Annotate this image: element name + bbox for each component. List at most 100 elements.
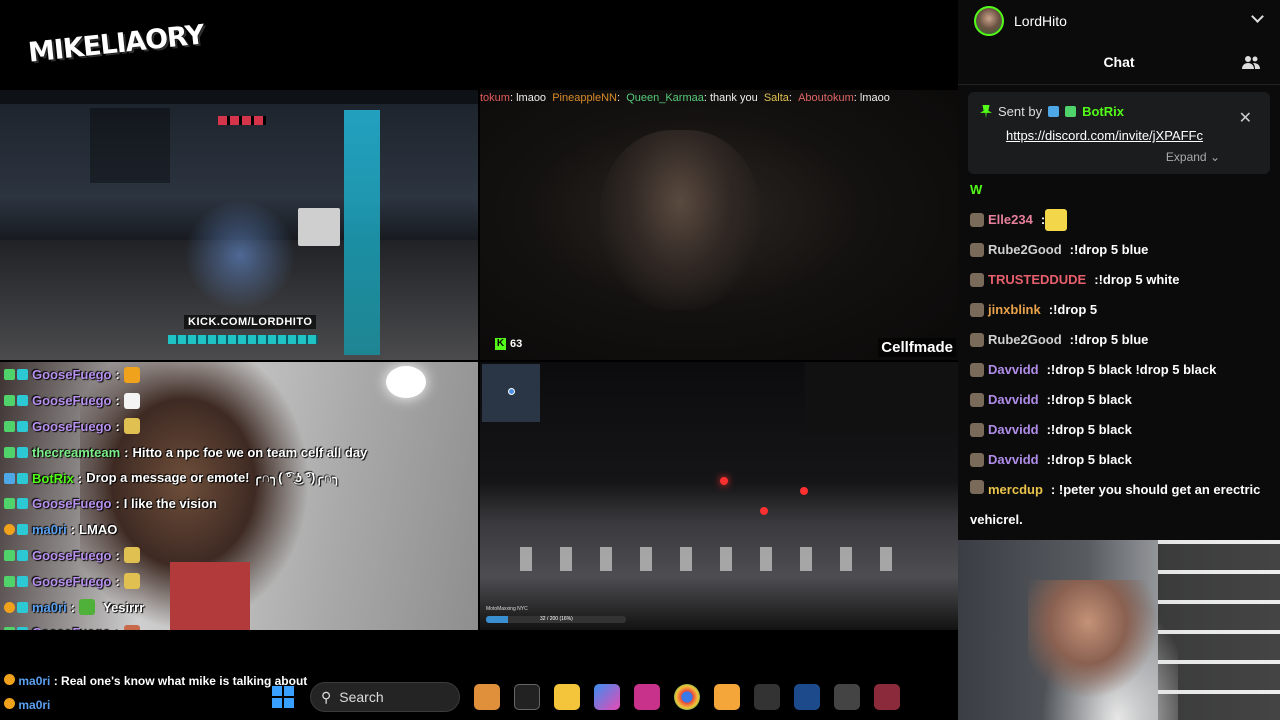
task-view-icon[interactable] <box>514 684 540 710</box>
chat-message-row: jinxblink: !drop 5 <box>970 295 1275 325</box>
divider <box>958 84 1280 85</box>
selfie-cam-pane: GooseFuego: GooseFuego: GooseFuego: thecrea… <box>0 362 478 630</box>
emote-icon <box>79 599 96 616</box>
ticker-sep: : <box>703 92 707 104</box>
close-icon[interactable]: ✕ <box>1239 108 1252 128</box>
subscriber-badge-icon <box>17 575 28 587</box>
subscriber-badge-icon <box>17 472 28 484</box>
chrome-icon[interactable] <box>674 684 700 710</box>
taskbar-search[interactable]: ⚲ Search <box>310 682 460 712</box>
chat-line: GooseFuego: <box>4 620 474 630</box>
pin-icon <box>980 104 992 119</box>
obs-icon[interactable] <box>754 684 780 710</box>
users-icon[interactable] <box>1242 55 1260 69</box>
cabin-cam-inset <box>805 362 958 434</box>
chat-username[interactable]: Elle234 <box>988 205 1033 235</box>
file-explorer-icon[interactable] <box>554 684 580 710</box>
subscriber-badge-icon <box>17 446 28 458</box>
overlay-chat-line: ma0ri <box>4 698 50 712</box>
chat-message: LMAO <box>79 522 118 538</box>
chat-message: Yesirrr <box>103 599 145 615</box>
crosswalk <box>520 547 920 571</box>
badge-icon <box>4 498 15 510</box>
search-icon: ⚲ <box>321 688 332 705</box>
weather-app-icon[interactable] <box>714 684 740 710</box>
badge-icon <box>4 472 15 484</box>
pinned-app-icon[interactable] <box>634 684 660 710</box>
chat-username[interactable]: Davvidd <box>988 355 1039 385</box>
chat-username[interactable]: Davvidd <box>988 385 1039 415</box>
badge-icon <box>4 446 15 458</box>
badge-icon <box>4 420 15 432</box>
chat-sidebar: LordHito Chat Sent by BotRix ✕ https://d… <box>958 0 1280 540</box>
chevron-down-icon[interactable] <box>1251 10 1264 23</box>
chat-username[interactable]: Davvidd <box>988 445 1039 475</box>
chat-username[interactable]: mercdup <box>988 482 1043 497</box>
pinned-message: Sent by BotRix ✕ https://discord.com/inv… <box>968 92 1270 174</box>
expand-button[interactable]: Expand ⌄ <box>1166 150 1220 164</box>
emote-icon <box>123 547 140 564</box>
subscriber-badge-icon <box>17 524 28 536</box>
plinko-pegs <box>180 185 300 325</box>
pinned-app-icon-2[interactable] <box>874 684 900 710</box>
chat-message-text: !drop 5 black <box>1050 422 1132 437</box>
ticker-msg: lmaoo <box>516 92 547 104</box>
chat-separator: : <box>1050 482 1059 497</box>
chat-message-row: Davvidd: !drop 5 black !drop 5 black <box>970 355 1275 385</box>
chat-line: BotRix: Drop a message or emote! ╭∩╮( ͡° … <box>4 465 474 491</box>
chat-separator: : <box>124 444 129 460</box>
pinned-bot-name: BotRix <box>1082 104 1124 119</box>
user-badges <box>4 395 28 407</box>
chat-username[interactable]: TRUSTEDDUDE <box>988 265 1086 295</box>
chat-message-text: !drop 5 blue <box>1074 332 1149 347</box>
chat-ticker: tokum: lmaoo PineappleNN: Queen_Karmaa: … <box>480 92 958 104</box>
chat-username: GooseFuego <box>32 418 112 434</box>
emote-icon <box>123 573 140 590</box>
ticker-sep: : <box>788 92 792 104</box>
srt-app-icon[interactable] <box>834 684 860 710</box>
chat-separator: : <box>115 547 120 563</box>
fox-app-icon[interactable] <box>474 684 500 710</box>
chat-message-row: Davvidd: !drop 5 black <box>970 445 1275 475</box>
chat-separator: : <box>70 599 76 615</box>
chat-line: GooseFuego: <box>4 362 474 388</box>
ticker-sep: : <box>509 92 514 104</box>
ticker-name: Aboutokum <box>798 92 854 104</box>
chat-username[interactable]: Davvidd <box>988 415 1039 445</box>
location-dot <box>508 388 515 395</box>
chat-username[interactable]: Rube2Good <box>988 235 1062 265</box>
pikachu-emote-icon <box>1045 209 1068 231</box>
chat-username[interactable]: jinxblink <box>988 295 1041 325</box>
high-scores-panel <box>90 108 170 183</box>
webcam-pane <box>958 540 1280 720</box>
chat-separator: : <box>115 625 119 630</box>
account-menu[interactable]: LordHito <box>974 5 1067 37</box>
badge-icon <box>4 698 15 709</box>
chat-message: Drop a message or emote! ╭∩╮( ͡° ͜ʖ ͡°)╭… <box>86 470 341 486</box>
chat-username[interactable]: Rube2Good <box>988 325 1062 355</box>
user-badges <box>4 369 28 381</box>
chat-line: GooseFuego: <box>4 388 474 414</box>
badge-icon <box>4 575 15 587</box>
subscriber-badge-icon <box>17 395 28 407</box>
ticker-name: tokum <box>480 92 510 104</box>
chat-username: GooseFuego <box>32 393 112 409</box>
game-status-bar <box>0 90 478 104</box>
pinned-header: Sent by BotRix <box>980 104 1124 119</box>
vscode-icon[interactable] <box>794 684 820 710</box>
chat-line: ma0ri: Yesirrr <box>4 594 474 620</box>
user-badge-icon <box>970 333 984 347</box>
webcam-person <box>1028 580 1178 720</box>
ticker-sep: : <box>617 92 621 104</box>
chat-messages: W Elle234: Rube2Good: !drop 5 blue TRUSTED… <box>970 175 1275 535</box>
avatar <box>974 6 1004 36</box>
user-badge-icon <box>970 303 984 317</box>
chat-line: GooseFuego: <box>4 414 474 440</box>
chat-line: GooseFuego: <box>4 568 474 594</box>
kick-icon: K <box>495 338 506 350</box>
windows-start-button[interactable] <box>270 684 296 710</box>
chat-message-row: W <box>970 175 1275 205</box>
discord-link[interactable]: https://discord.com/invite/jXPAFFc <box>1006 128 1203 143</box>
copilot-icon[interactable] <box>594 684 620 710</box>
chat-username[interactable]: W <box>970 175 982 205</box>
